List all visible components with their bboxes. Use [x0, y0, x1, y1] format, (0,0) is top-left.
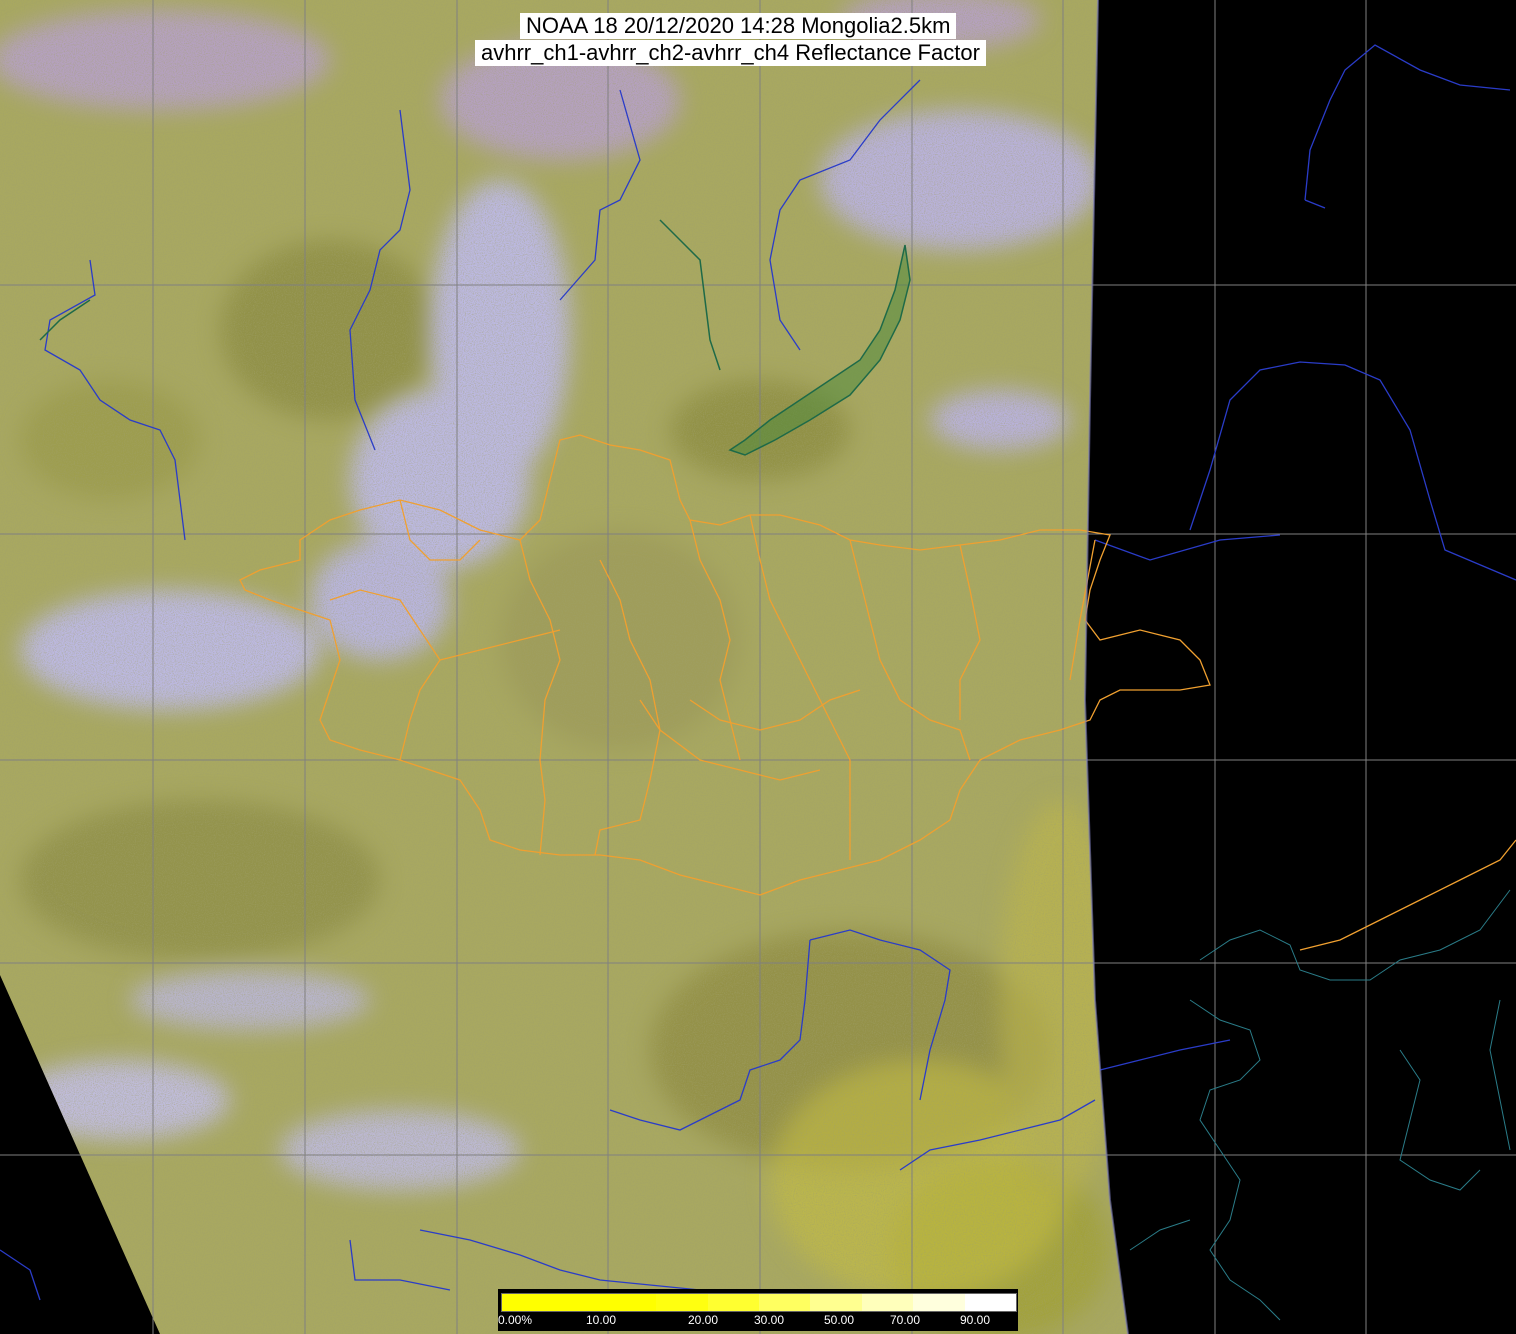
satellite-map [0, 0, 1516, 1334]
legend-color-swatch [604, 1294, 657, 1311]
legend-color-swatch [656, 1294, 708, 1311]
legend-color-swatch [861, 1294, 914, 1311]
legend-tick-label: 30.00 [754, 1313, 785, 1327]
legend-tick-label: 10.00 [586, 1313, 617, 1327]
legend-tick-label: 0.00% [498, 1313, 533, 1327]
legend-color-swatch [810, 1294, 862, 1311]
legend-color-swatch [759, 1294, 811, 1311]
legend-color-swatch [502, 1294, 554, 1311]
legend-tick-label: 20.00 [688, 1313, 719, 1327]
legend-color-swatch [553, 1294, 605, 1311]
color-scale-bar [501, 1293, 1017, 1312]
legend-color-swatch [707, 1294, 760, 1311]
legend-tick-label: 70.00 [890, 1313, 921, 1327]
map-subtitle: avhrr_ch1-avhrr_ch2-avhrr_ch4 Reflectanc… [475, 40, 986, 66]
color-scale-legend: 0.00% 10.00 20.00 30.00 50.00 70.00 90.0… [498, 1289, 1018, 1331]
legend-color-swatch [964, 1294, 1017, 1311]
map-title: NOAA 18 20/12/2020 14:28 Mongolia2.5km [520, 13, 957, 39]
legend-color-swatch [913, 1294, 965, 1311]
coastline-east [1129, 889, 1511, 1321]
legend-tick-label: 50.00 [824, 1313, 855, 1327]
satellite-swath [0, 0, 1128, 1334]
legend-tick-label: 90.00 [960, 1313, 991, 1327]
satellite-image-view: NOAA 18 20/12/2020 14:28 Mongolia2.5km a… [0, 0, 1516, 1334]
